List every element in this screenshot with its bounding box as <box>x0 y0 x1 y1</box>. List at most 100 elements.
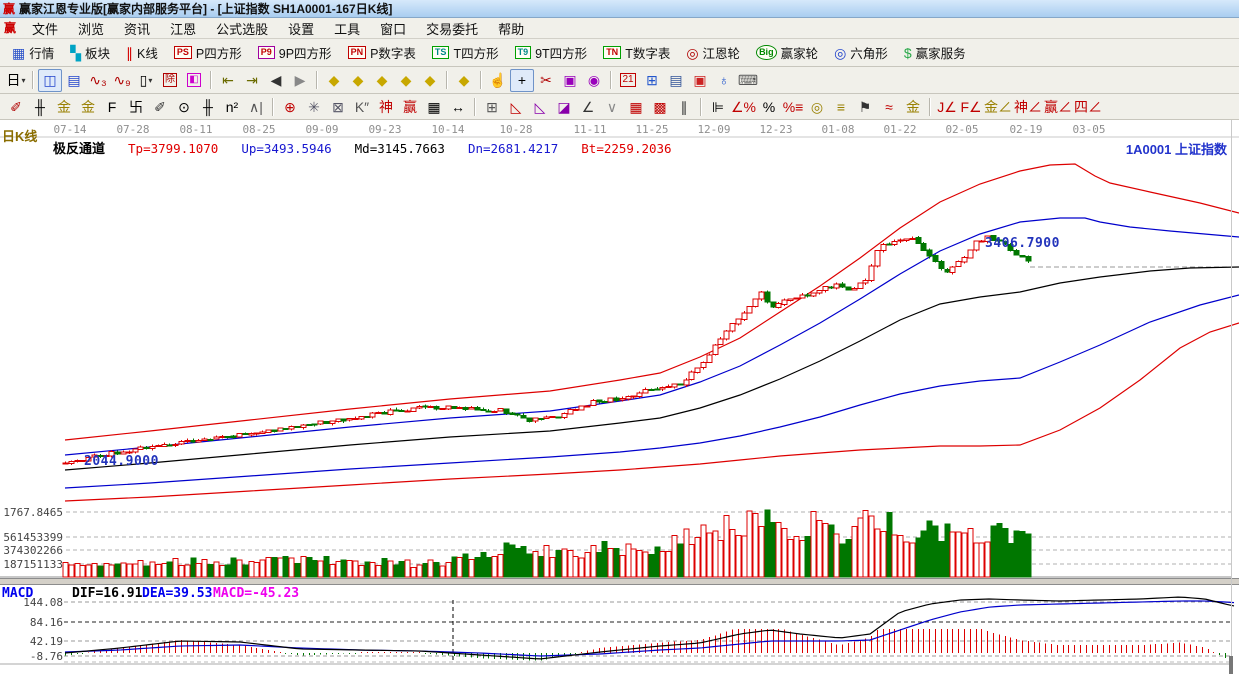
fan-box-tool[interactable]: ◪ <box>552 95 576 118</box>
next-period-button[interactable]: ▶ <box>288 69 312 92</box>
count-grid-tool[interactable]: ▦ <box>422 95 446 118</box>
menu-formula-stock-picking[interactable]: 公式选股 <box>206 18 278 39</box>
price-scale-tool[interactable]: ⊫ <box>706 95 730 118</box>
notes-button[interactable]: ▤ <box>664 69 688 92</box>
last-page-button[interactable]: ⇥ <box>240 69 264 92</box>
gold-levels-tool[interactable]: ≡ <box>829 95 853 118</box>
drag-hand-button[interactable]: ☝ <box>486 69 510 92</box>
zoom-right-button[interactable]: ◆ <box>346 69 370 92</box>
gold-line-tool[interactable]: 金 <box>901 95 925 118</box>
sectors-button[interactable]: ▚板块 <box>62 40 118 65</box>
grid-chart-tool[interactable]: ▩ <box>648 95 672 118</box>
share-network-button[interactable]: ♁ <box>712 69 736 92</box>
zoom-reset-button[interactable]: ◆ <box>452 69 476 92</box>
menu-window[interactable]: 窗口 <box>370 18 416 39</box>
wave-9-button[interactable]: ∿₉ <box>110 69 134 92</box>
j-angle-tool[interactable]: J∠ <box>935 95 959 118</box>
grid-red-tool[interactable]: ▦ <box>624 95 648 118</box>
wave-3-button[interactable]: ∿₃ <box>86 69 110 92</box>
menu-browse[interactable]: 浏览 <box>68 18 114 39</box>
9p-square-button[interactable]: P99P四方形 <box>250 40 340 65</box>
pane-splitter[interactable] <box>0 578 1239 585</box>
p-square-button[interactable]: PSP四方形 <box>166 40 250 65</box>
period-selector[interactable]: 日▾ <box>4 69 28 92</box>
winner-service-button[interactable]: $赢家服务 <box>896 40 974 65</box>
menu-tools[interactable]: 工具 <box>324 18 370 39</box>
f-ruler-tool[interactable]: F <box>100 95 124 118</box>
candle-style-selector[interactable]: ▯▾ <box>134 69 158 92</box>
percent-levels-tool[interactable]: %≡ <box>781 95 805 118</box>
remote-pc-button[interactable]: ⌨ <box>736 69 760 92</box>
percent-tool[interactable]: % <box>757 95 781 118</box>
cycle-ruler-tool[interactable]: 卐 <box>124 95 148 118</box>
f-angle-tool[interactable]: F∠ <box>959 95 983 118</box>
delete-drawing-button[interactable]: ✂ <box>534 69 558 92</box>
gold-ratio-ruler-1[interactable]: 金 <box>52 95 76 118</box>
gann-wheel-button[interactable]: ◎江恩轮 <box>678 40 748 65</box>
quote-sheet-button[interactable]: ▤ <box>62 69 86 92</box>
ex-rights-button[interactable]: 除 <box>158 69 182 92</box>
main-chart-toggle[interactable]: ◫ <box>38 69 62 92</box>
k-convert-tool[interactable]: K″ <box>350 95 374 118</box>
angle-mirror-tool[interactable]: ∧| <box>244 95 268 118</box>
zoom-horizontal-button[interactable]: ◆ <box>370 69 394 92</box>
zoom-out-button[interactable]: ◆ <box>418 69 442 92</box>
wave-channel-tool[interactable]: ≈ <box>877 95 901 118</box>
hexagon-button[interactable]: ◎六角形 <box>826 40 896 65</box>
time-ruler-tool[interactable]: ╫ <box>28 95 52 118</box>
menu-trade-order[interactable]: 交易委托 <box>416 18 488 39</box>
circle-ruler-tool[interactable]: ⊙ <box>172 95 196 118</box>
gold-circle-tool[interactable]: ◎ <box>805 95 829 118</box>
indicator-name[interactable]: 极反通道 <box>53 141 105 156</box>
zoom-in-button[interactable]: ◆ <box>394 69 418 92</box>
shen-angle-tool[interactable]: 神∠ <box>1013 95 1043 118</box>
prev-period-button[interactable]: ◀ <box>264 69 288 92</box>
9t-square-button[interactable]: T99T四方形 <box>507 40 596 65</box>
kline-button[interactable]: ∥K线 <box>118 40 166 65</box>
n2-ruler-tool[interactable]: n² <box>220 95 244 118</box>
scrollbar-thumb[interactable] <box>1229 656 1233 674</box>
shen-tool[interactable]: 神 <box>374 95 398 118</box>
t-number-table-button[interactable]: TNT数字表 <box>595 40 678 65</box>
width-measure-tool[interactable]: ↔ <box>446 95 470 118</box>
gold-ratio-ruler-2[interactable]: 金 <box>76 95 100 118</box>
fan-lines-red-tool[interactable]: ◺ <box>504 95 528 118</box>
parallel-lines-tool[interactable]: ∥ <box>672 95 696 118</box>
rect-box-tool[interactable]: ⊞ <box>480 95 504 118</box>
zigzag-tool[interactable]: ∨ <box>600 95 624 118</box>
fan-lines-purple-tool[interactable]: ◺ <box>528 95 552 118</box>
winner-wheel-button[interactable]: Big赢家轮 <box>748 40 826 65</box>
gann-knot-button[interactable]: ◉ <box>582 69 606 92</box>
menu-help[interactable]: 帮助 <box>488 18 534 39</box>
angle-lines-tool[interactable]: ∠ <box>576 95 600 118</box>
calculator-button[interactable]: ⊞ <box>640 69 664 92</box>
draw-knife-tool[interactable]: ✐ <box>4 95 28 118</box>
knife-2-tool[interactable]: ✐ <box>148 95 172 118</box>
ying-tool[interactable]: 赢 <box>398 95 422 118</box>
p-number-table-button[interactable]: PNP数字表 <box>340 40 424 65</box>
gann-box-button[interactable]: ▣ <box>558 69 582 92</box>
compass-circle-tool[interactable]: ⊕ <box>278 95 302 118</box>
bar-ruler-tool[interactable]: ╫ <box>196 95 220 118</box>
t-square-button[interactable]: TST四方形 <box>424 40 507 65</box>
save-button[interactable]: ▣ <box>688 69 712 92</box>
zoom-left-button[interactable]: ◆ <box>322 69 346 92</box>
menu-news[interactable]: 资讯 <box>114 18 160 39</box>
volume-profile-button[interactable]: ◧ <box>182 69 206 92</box>
first-page-button[interactable]: ⇤ <box>216 69 240 92</box>
flag-pen-tool[interactable]: ⚑ <box>853 95 877 118</box>
toolbar-separator <box>210 71 212 89</box>
square-web-tool[interactable]: ⊠ <box>326 95 350 118</box>
menu-file[interactable]: 文件 <box>22 18 68 39</box>
gann-percent-tool[interactable]: ∠% <box>730 95 757 118</box>
menu-gann[interactable]: 江恩 <box>160 18 206 39</box>
star-web-tool[interactable]: ✳ <box>302 95 326 118</box>
ying-angle-tool[interactable]: 赢∠ <box>1043 95 1073 118</box>
menu-settings[interactable]: 设置 <box>278 18 324 39</box>
gold-angle-tool[interactable]: 金∠ <box>983 95 1013 118</box>
market-quotes-button[interactable]: ▦行情 <box>4 40 62 65</box>
si-angle-tool[interactable]: 四∠ <box>1073 95 1103 118</box>
crosshair-button[interactable]: + <box>510 69 534 92</box>
calendar-button[interactable]: 21 <box>616 69 640 92</box>
zoom-right-button-icon: ◆ <box>353 73 364 87</box>
